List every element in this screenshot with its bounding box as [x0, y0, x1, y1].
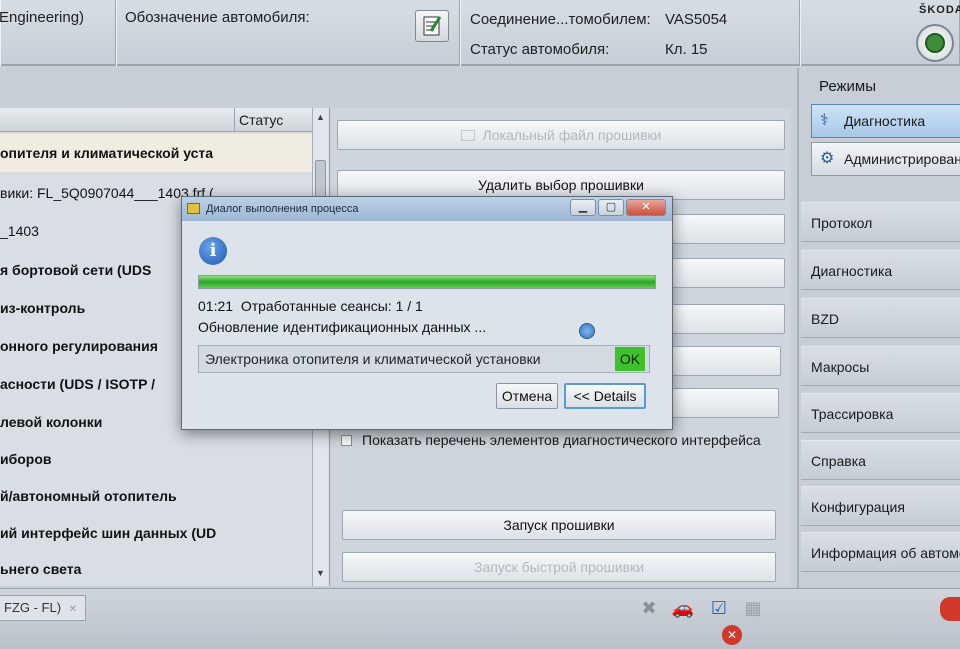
- mode-diagnostics-button[interactable]: ⚕ Диагностика: [811, 104, 960, 138]
- center-button-6[interactable]: [671, 346, 781, 376]
- vehicle-status-label: Статус автомобиля:: [470, 41, 610, 58]
- wrench-icon[interactable]: ✖: [636, 595, 662, 621]
- header-cell-vehicle: Обозначение автомобиля:: [116, 0, 460, 66]
- nav-bzd[interactable]: BZD: [801, 298, 960, 338]
- vehicle-status-value: Кл. 15: [665, 41, 708, 58]
- list-header: Статус: [0, 108, 312, 132]
- error-icon[interactable]: ✕: [722, 625, 742, 645]
- folder-icon: [460, 130, 475, 141]
- process-dialog: Диалог выполнения процесса ▁ ▢ ✕ i 01:21…: [181, 196, 673, 430]
- header-mode-text: Engineering): [0, 9, 85, 26]
- current-step-text: Обновление идентификационных данных ...: [198, 319, 487, 335]
- show-interface-list-option[interactable]: Показать перечень элементов диагностичес…: [341, 432, 761, 448]
- scroll-down-icon[interactable]: ▼: [316, 568, 325, 578]
- progress-bar: [198, 275, 656, 289]
- start-quick-flash-button[interactable]: Запуск быстрой прошивки: [342, 552, 776, 582]
- local-flash-file-button[interactable]: Локальный файл прошивки: [337, 120, 785, 150]
- skoda-logo-icon: [916, 24, 954, 62]
- dialog-title: Диалог выполнения процесса: [206, 203, 359, 215]
- center-button-4[interactable]: [671, 258, 785, 288]
- mode-administration-label: Администрирование: [844, 151, 960, 167]
- stethoscope-icon: ⚕: [820, 112, 829, 129]
- app-icon: [187, 203, 200, 214]
- ecu-name: Электроника отопителя и климатической ус…: [205, 351, 541, 367]
- scroll-thumb[interactable]: [315, 160, 326, 200]
- local-flash-file-label: Локальный файл прошивки: [482, 127, 662, 143]
- bottom-tab[interactable]: FZG - FL) ✕: [0, 595, 86, 621]
- right-sidebar: Режимы ⚕ Диагностика ⚙ Администрирование П…: [797, 68, 960, 620]
- nav-help[interactable]: Справка: [801, 440, 960, 480]
- list-item[interactable]: ьнего света: [0, 550, 312, 588]
- scroll-up-icon[interactable]: ▲: [316, 112, 325, 122]
- nav-tracing[interactable]: Трассировка: [801, 393, 960, 433]
- mode-administration-button[interactable]: ⚙ Администрирование: [811, 142, 960, 176]
- header-cell-connection: Соединение...томобилем: VAS5054 Статус а…: [460, 0, 800, 66]
- mode-diagnostics-label: Диагностика: [844, 113, 926, 129]
- bottom-status-bar: FZG - FL) ✕ ✖ 🚗 ☑ ▦ ✕: [0, 588, 960, 649]
- car-icon[interactable]: 🚗: [670, 595, 696, 621]
- show-interface-list-label: Показать перечень элементов диагностичес…: [362, 432, 761, 448]
- connection-label: Соединение...томобилем:: [470, 11, 651, 28]
- brand-label: ŠKODA: [919, 4, 960, 16]
- ecu-result-row: Электроника отопителя и климатической ус…: [198, 345, 650, 373]
- list-item[interactable]: й/автономный отопитель: [0, 477, 312, 515]
- grid-icon[interactable]: ▦: [740, 595, 766, 621]
- details-button[interactable]: << Details: [564, 383, 646, 409]
- list-item[interactable]: иборов: [0, 440, 312, 478]
- maximize-button[interactable]: ▢: [598, 199, 624, 216]
- modes-title: Режимы: [819, 78, 877, 95]
- exit-icon[interactable]: [940, 597, 960, 621]
- minimize-button[interactable]: ▁: [570, 199, 596, 216]
- vehicle-label: Обозначение автомобиля:: [125, 9, 310, 26]
- elapsed-time: 01:21: [198, 298, 234, 314]
- center-button-3[interactable]: [671, 214, 785, 244]
- list-item[interactable]: ий интерфейс шин данных (UD: [0, 514, 312, 552]
- sessions-text: Отработанные сеансы: 1 / 1: [240, 298, 423, 314]
- edit-notepad-icon: [423, 16, 442, 36]
- status-column-header[interactable]: Статус: [234, 108, 312, 132]
- center-button-7[interactable]: [671, 388, 779, 418]
- header-cell-mode: Engineering): [0, 0, 116, 66]
- info-icon: i: [199, 237, 227, 265]
- start-flash-button[interactable]: Запуск прошивки: [342, 510, 776, 540]
- gear-icon: ⚙: [820, 150, 835, 167]
- bottom-tab-label: FZG - FL): [4, 600, 62, 615]
- progress-status-line: 01:21 Отработанные сеансы: 1 / 1: [198, 298, 423, 314]
- dialog-title-bar[interactable]: Диалог выполнения процесса ▁ ▢ ✕: [182, 197, 672, 221]
- close-button[interactable]: ✕: [626, 199, 666, 216]
- nav-macros[interactable]: Макросы: [801, 346, 960, 386]
- progress-fill: [199, 276, 655, 288]
- tab-close-icon[interactable]: ✕: [69, 604, 77, 615]
- list-item[interactable]: опителя и климатической уста: [0, 134, 312, 172]
- cancel-button[interactable]: Отмена: [496, 383, 558, 409]
- checklist-icon[interactable]: ☑: [706, 595, 732, 621]
- nav-vehicle-info[interactable]: Информация об автомобиле: [801, 532, 960, 572]
- nav-diagnostics[interactable]: Диагностика: [801, 250, 960, 290]
- header-bar: Engineering) Обозначение автомобиля: Сое…: [0, 0, 960, 66]
- nav-protocol[interactable]: Протокол: [801, 202, 960, 242]
- edit-vehicle-button[interactable]: [415, 10, 449, 42]
- ecu-status-badge: OK: [615, 347, 645, 371]
- busy-spinner-icon: [579, 323, 595, 339]
- show-interface-list-checkbox[interactable]: [341, 435, 352, 446]
- center-button-5[interactable]: [671, 304, 785, 334]
- nav-configuration[interactable]: Конфигурация: [801, 486, 960, 526]
- connection-value: VAS5054: [665, 11, 728, 28]
